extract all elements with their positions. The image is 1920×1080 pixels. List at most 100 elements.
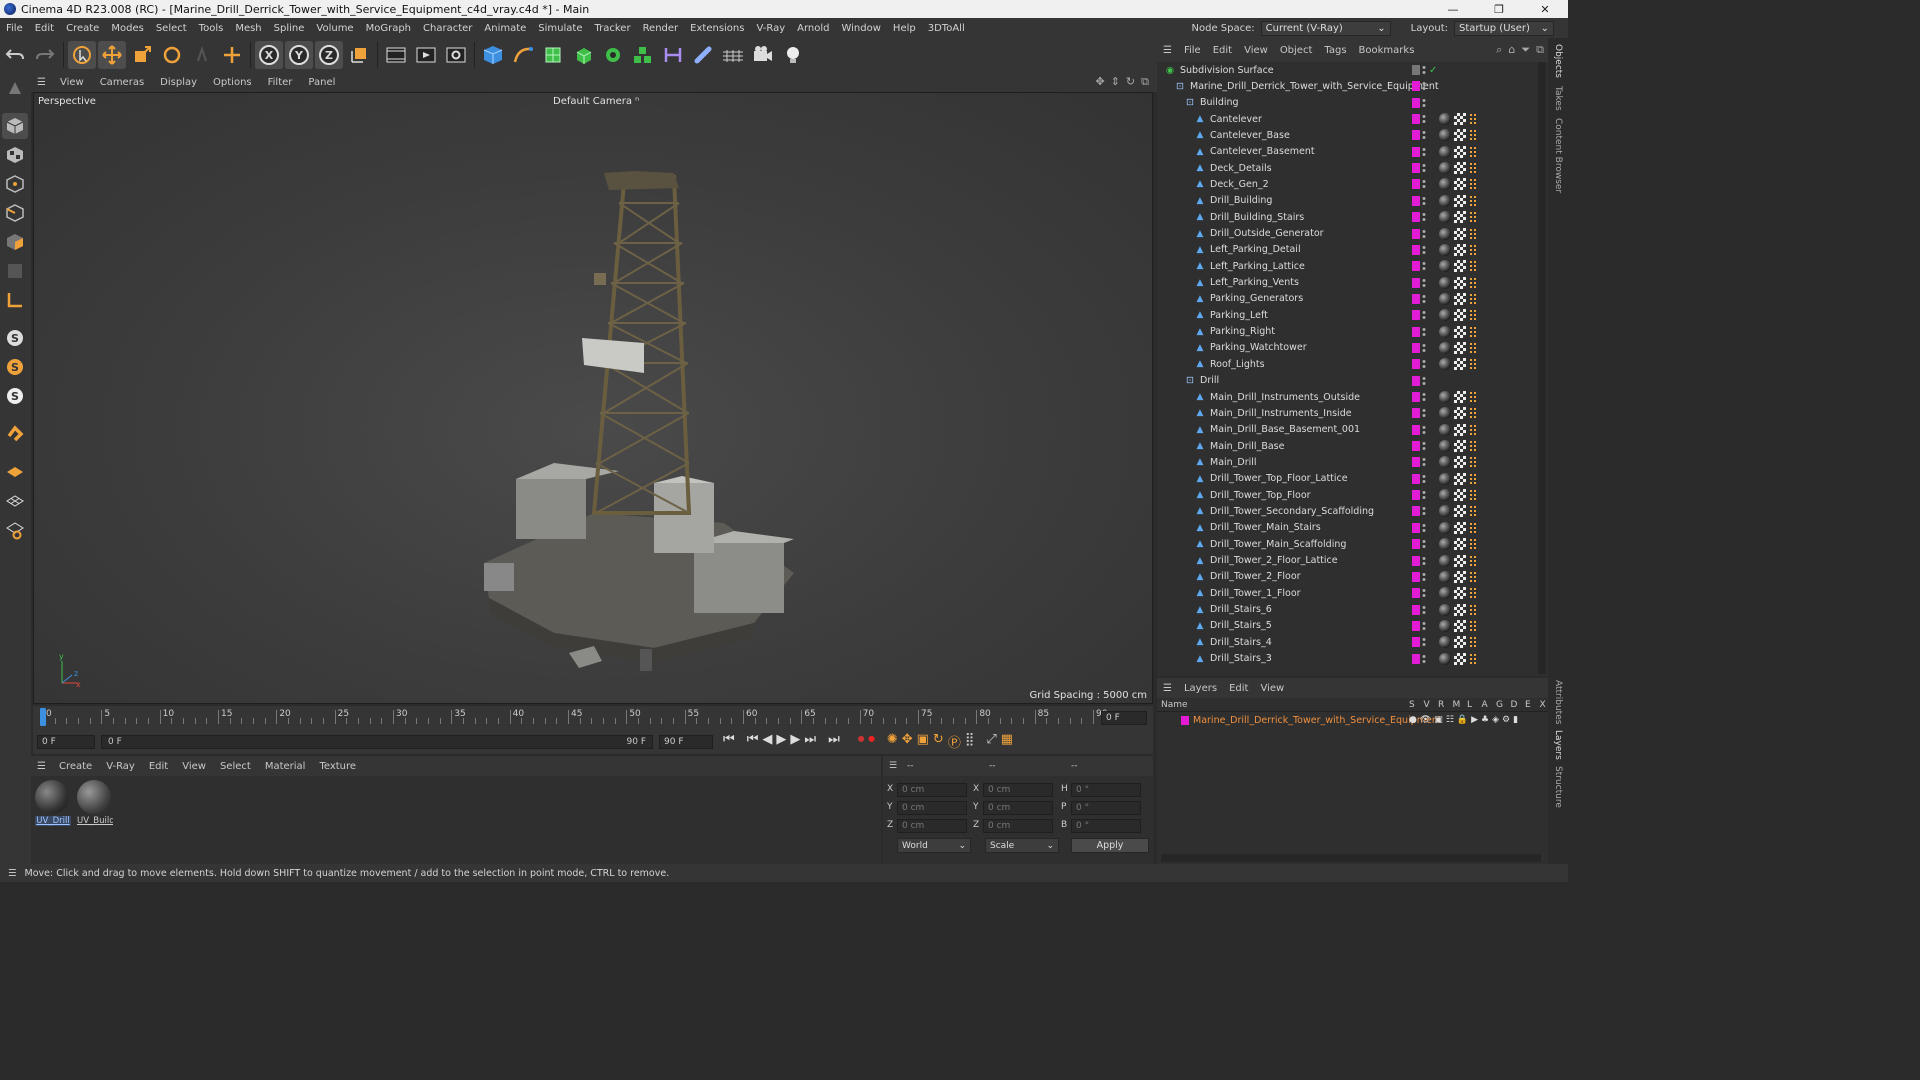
menu-file[interactable]: File <box>0 23 29 34</box>
viewport-menu-options[interactable]: Options <box>205 77 260 88</box>
layer-color-swatch[interactable] <box>1412 342 1420 353</box>
object-row[interactable]: ⊡ Marine_Drill_Derrick_Tower_with_Service… <box>1157 78 1535 94</box>
phong-tag-icon[interactable] <box>1469 341 1477 354</box>
rotation-field[interactable]: 0 ° <box>1071 819 1141 833</box>
texture-mode-button[interactable] <box>2 142 28 168</box>
material-menu-create[interactable]: Create <box>52 761 99 772</box>
spline-pen-button[interactable] <box>509 41 537 69</box>
layer-color-swatch[interactable] <box>1412 212 1420 223</box>
snap-s-orange-icon[interactable]: S <box>2 354 28 380</box>
object-row[interactable]: ▲ Drill_Stairs_6 <box>1157 602 1535 618</box>
uvw-tag-icon[interactable] <box>1454 113 1466 126</box>
object-row[interactable]: ◉ Subdivision Surface ✓ <box>1157 62 1535 78</box>
frame-range-slider[interactable]: 0 F 90 F <box>101 735 653 749</box>
3d-viewport[interactable]: Perspective Default Camera ⁿ y z x Grid … <box>33 92 1153 704</box>
uvw-tag-icon[interactable] <box>1454 472 1466 485</box>
visibility-dots-icon[interactable] <box>1422 179 1426 189</box>
apply-button[interactable]: Apply <box>1071 838 1149 853</box>
layer-color-swatch[interactable] <box>1412 310 1420 321</box>
phong-tag-icon[interactable] <box>1469 521 1477 534</box>
select-tool-button[interactable] <box>68 41 96 69</box>
material-tag-icon[interactable] <box>1439 227 1451 240</box>
phong-tag-icon[interactable] <box>1469 113 1477 126</box>
phong-tag-icon[interactable] <box>1469 489 1477 502</box>
layer-color-swatch[interactable] <box>1412 637 1420 648</box>
object-row[interactable]: ⊡ Drill <box>1157 373 1535 389</box>
snap-s-white-icon[interactable]: S <box>2 383 28 409</box>
visibility-dots-icon[interactable] <box>1422 457 1426 467</box>
menu-mograph[interactable]: MoGraph <box>360 23 417 34</box>
object-row[interactable]: ▲ Parking_Right <box>1157 324 1535 340</box>
objects-menu-object[interactable]: Object <box>1274 45 1319 56</box>
uvw-tag-icon[interactable] <box>1454 423 1466 436</box>
material-tag-icon[interactable] <box>1439 194 1451 207</box>
tab-takes[interactable]: Takes <box>1553 86 1563 111</box>
phong-tag-icon[interactable] <box>1469 505 1477 518</box>
uvw-tag-icon[interactable] <box>1454 407 1466 420</box>
next-key-icon[interactable]: ⏭ <box>804 732 816 751</box>
uvw-tag-icon[interactable] <box>1454 276 1466 289</box>
position-field[interactable]: 0 cm <box>897 819 967 833</box>
material-tag-icon[interactable] <box>1439 113 1451 126</box>
material-tag-icon[interactable] <box>1439 505 1451 518</box>
uvw-tag-icon[interactable] <box>1454 145 1466 158</box>
animation-toggle-icon[interactable]: ▶ <box>1471 715 1478 725</box>
field-button[interactable] <box>689 41 717 69</box>
phong-tag-icon[interactable] <box>1469 440 1477 453</box>
uvw-tag-icon[interactable] <box>1454 227 1466 240</box>
hamburger-icon[interactable]: ☰ <box>883 761 903 771</box>
hamburger-icon[interactable]: ☰ <box>1157 683 1178 694</box>
rotate-tool-button[interactable] <box>158 41 186 69</box>
visibility-dots-icon[interactable] <box>1422 605 1426 615</box>
layer-color-swatch[interactable] <box>1412 277 1420 288</box>
uvw-tag-icon[interactable] <box>1454 243 1466 256</box>
menu-mesh[interactable]: Mesh <box>229 23 267 34</box>
x-axis-button[interactable]: X <box>255 41 283 69</box>
hamburger-icon[interactable]: ☰ <box>0 868 25 879</box>
menu-character[interactable]: Character <box>417 23 478 34</box>
object-row[interactable]: ▲ Drill_Stairs_5 <box>1157 618 1535 634</box>
record-keys-icon[interactable]: ⏺ <box>858 732 865 751</box>
visibility-dots-icon[interactable] <box>1422 572 1426 582</box>
material-tag-icon[interactable] <box>1439 636 1451 649</box>
layer-color-swatch[interactable] <box>1412 571 1420 582</box>
locked-workplane-icon[interactable] <box>2 517 28 543</box>
object-row[interactable]: ▲ Drill_Tower_2_Floor_Lattice <box>1157 553 1535 569</box>
phong-tag-icon[interactable] <box>1469 227 1477 240</box>
go-to-end-icon[interactable]: ⏭ <box>828 732 840 751</box>
object-row[interactable]: ▲ Main_Drill_Base <box>1157 438 1535 454</box>
motion-system-icon[interactable]: ⤢ <box>986 732 996 751</box>
layer-color-swatch[interactable] <box>1412 179 1420 190</box>
visibility-dots-icon[interactable] <box>1422 539 1426 549</box>
objects-menu-file[interactable]: File <box>1178 45 1207 56</box>
layer-color-swatch[interactable] <box>1412 506 1420 517</box>
material-tag-icon[interactable] <box>1439 276 1451 289</box>
hamburger-icon[interactable]: ☰ <box>31 77 52 88</box>
material-tag-icon[interactable] <box>1439 129 1451 142</box>
object-row[interactable]: ▲ Main_Drill_Instruments_Outside <box>1157 389 1535 405</box>
layer-color-swatch[interactable] <box>1412 620 1420 631</box>
visibility-dots-icon[interactable] <box>1422 506 1426 516</box>
visibility-dots-icon[interactable] <box>1422 376 1426 386</box>
objects-menu-bookmarks[interactable]: Bookmarks <box>1353 45 1421 56</box>
material-tag-icon[interactable] <box>1439 243 1451 256</box>
phong-tag-icon[interactable] <box>1469 325 1477 338</box>
uvw-tag-icon[interactable] <box>1454 178 1466 191</box>
visibility-dots-icon[interactable] <box>1422 621 1426 631</box>
object-row[interactable]: ▲ Cantelever_Basement <box>1157 144 1535 160</box>
visibility-dots-icon[interactable] <box>1422 523 1426 533</box>
menu-extensions[interactable]: Extensions <box>684 23 750 34</box>
object-row[interactable]: ▲ Cantelever_Base <box>1157 127 1535 143</box>
points-mode-button[interactable] <box>2 171 28 197</box>
dolly-view-icon[interactable]: ⇕ <box>1111 75 1120 89</box>
visibility-dots-icon[interactable] <box>1422 212 1426 222</box>
visibility-dots-icon[interactable] <box>1422 261 1426 271</box>
object-row[interactable]: ▲ Parking_Left <box>1157 307 1535 323</box>
phong-tag-icon[interactable] <box>1469 472 1477 485</box>
uvw-tag-icon[interactable] <box>1454 619 1466 632</box>
phong-tag-icon[interactable] <box>1469 538 1477 551</box>
lock-toggle-icon[interactable]: 🔒 <box>1457 715 1468 725</box>
light-button[interactable] <box>779 41 807 69</box>
go-to-start-icon[interactable]: ⏮ <box>723 732 735 751</box>
layer-color-swatch[interactable] <box>1181 715 1189 725</box>
